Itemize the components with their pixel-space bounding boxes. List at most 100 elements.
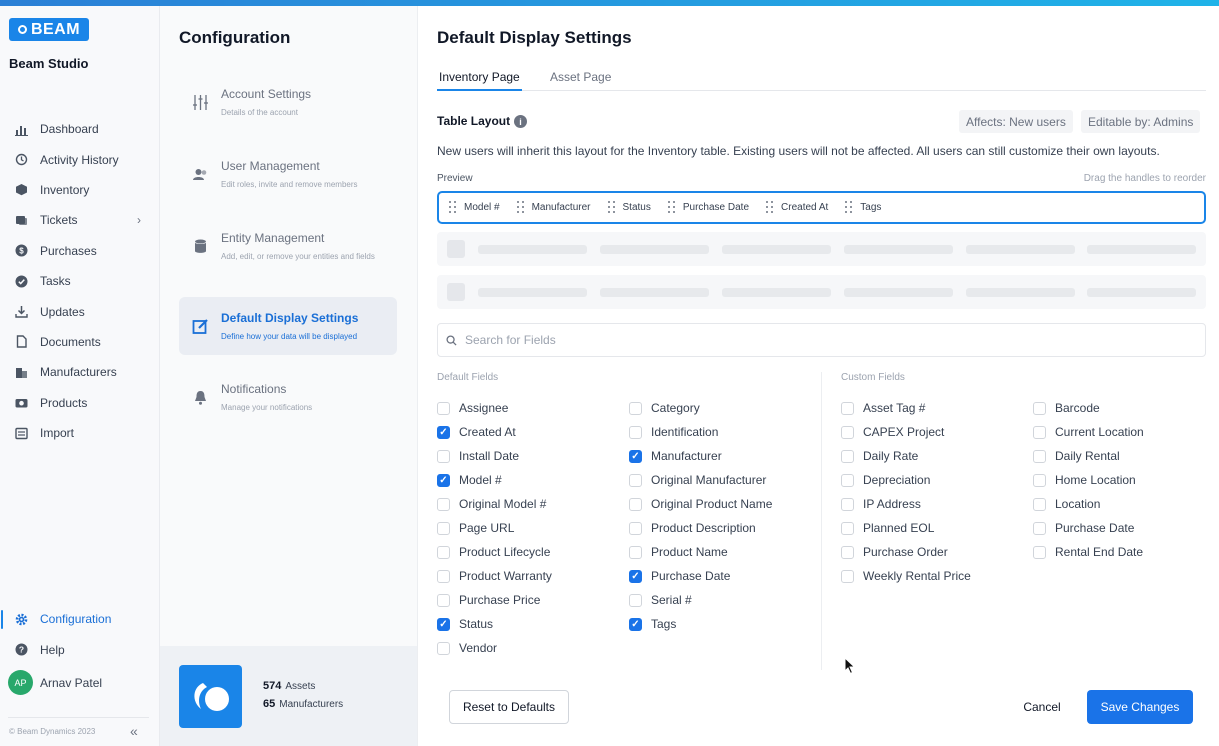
field-checkbox[interactable]: Identification bbox=[629, 424, 718, 440]
drag-handle-icon[interactable] bbox=[845, 201, 853, 214]
field-checkbox[interactable]: Original Product Name bbox=[629, 496, 772, 512]
checkbox-icon[interactable] bbox=[437, 449, 450, 463]
checkbox-checked-icon[interactable]: ✓ bbox=[437, 425, 450, 439]
search-fields-input[interactable] bbox=[465, 333, 1165, 347]
preview-column[interactable]: Tags bbox=[845, 201, 881, 214]
sidebar-item-updates[interactable]: Updates bbox=[0, 296, 159, 326]
sidebar-item-tasks[interactable]: Tasks bbox=[0, 266, 159, 296]
sidebar-item-purchases[interactable]: $ Purchases bbox=[0, 236, 159, 266]
drag-handle-icon[interactable] bbox=[766, 201, 774, 214]
checkbox-icon[interactable] bbox=[437, 521, 450, 535]
checkbox-checked-icon[interactable]: ✓ bbox=[437, 473, 450, 487]
sidebar-item-manufacturers[interactable]: Manufacturers bbox=[0, 357, 159, 387]
field-checkbox[interactable]: Product Warranty bbox=[437, 568, 552, 584]
checkbox-icon[interactable] bbox=[437, 401, 450, 415]
checkbox-icon[interactable] bbox=[1033, 521, 1046, 535]
checkbox-icon[interactable] bbox=[1033, 473, 1046, 487]
checkbox-icon[interactable] bbox=[841, 425, 854, 439]
collapse-sidebar-icon[interactable]: « bbox=[130, 723, 138, 739]
field-checkbox[interactable]: Current Location bbox=[1033, 424, 1144, 440]
checkbox-icon[interactable] bbox=[841, 401, 854, 415]
sidebar-item-documents[interactable]: Documents bbox=[0, 327, 159, 357]
field-checkbox[interactable]: Purchase Price bbox=[437, 592, 540, 608]
field-checkbox[interactable]: Home Location bbox=[1033, 472, 1136, 488]
checkbox-icon[interactable] bbox=[437, 497, 450, 511]
sidebar-item-products[interactable]: Products bbox=[0, 388, 159, 418]
checkbox-icon[interactable] bbox=[629, 593, 642, 607]
checkbox-icon[interactable] bbox=[1033, 401, 1046, 415]
field-checkbox[interactable]: Asset Tag # bbox=[841, 400, 925, 416]
config-item-user-management[interactable]: User Management Edit roles, invite and re… bbox=[179, 145, 397, 203]
checkbox-icon[interactable] bbox=[1033, 545, 1046, 559]
field-checkbox[interactable]: Purchase Order bbox=[841, 544, 948, 560]
checkbox-icon[interactable] bbox=[841, 497, 854, 511]
field-checkbox[interactable]: Page URL bbox=[437, 520, 514, 536]
field-checkbox[interactable]: Planned EOL bbox=[841, 520, 934, 536]
drag-handle-icon[interactable] bbox=[667, 201, 675, 214]
preview-column[interactable]: Manufacturer bbox=[516, 201, 591, 214]
checkbox-icon[interactable] bbox=[1033, 497, 1046, 511]
field-checkbox[interactable]: Daily Rental bbox=[1033, 448, 1120, 464]
field-checkbox[interactable]: CAPEX Project bbox=[841, 424, 944, 440]
field-checkbox[interactable]: Vendor bbox=[437, 640, 497, 656]
sidebar-item-tickets[interactable]: Tickets › bbox=[0, 205, 159, 235]
cancel-button[interactable]: Cancel bbox=[1011, 690, 1073, 724]
field-checkbox[interactable]: Category bbox=[629, 400, 700, 416]
checkbox-icon[interactable] bbox=[629, 473, 642, 487]
field-checkbox[interactable]: Serial # bbox=[629, 592, 692, 608]
checkbox-icon[interactable] bbox=[629, 497, 642, 511]
drag-handle-icon[interactable] bbox=[607, 201, 615, 214]
config-item-entity-management[interactable]: Entity Management Add, edit, or remove yo… bbox=[179, 217, 397, 275]
beam-logo[interactable]: BEAM bbox=[9, 18, 89, 41]
preview-column[interactable]: Purchase Date bbox=[667, 201, 749, 214]
field-checkbox[interactable]: Rental End Date bbox=[1033, 544, 1143, 560]
checkbox-checked-icon[interactable]: ✓ bbox=[629, 617, 642, 631]
reset-to-defaults-button[interactable]: Reset to Defaults bbox=[449, 690, 569, 724]
tab-asset-page[interactable]: Asset Page bbox=[548, 70, 613, 89]
preview-column[interactable]: Status bbox=[607, 201, 651, 214]
field-checkbox[interactable]: ✓ Created At bbox=[437, 424, 516, 440]
field-checkbox[interactable]: ✓ Model # bbox=[437, 472, 502, 488]
info-icon[interactable]: i bbox=[514, 115, 527, 128]
config-item-account-settings[interactable]: Account Settings Details of the account bbox=[179, 73, 397, 131]
field-checkbox[interactable]: Original Manufacturer bbox=[629, 472, 766, 488]
field-checkbox[interactable]: ✓ Manufacturer bbox=[629, 448, 722, 464]
field-checkbox[interactable]: ✓ Status bbox=[437, 616, 493, 632]
sidebar-item-import[interactable]: Import bbox=[0, 418, 159, 448]
checkbox-icon[interactable] bbox=[629, 401, 642, 415]
field-checkbox[interactable]: Location bbox=[1033, 496, 1100, 512]
drag-handle-icon[interactable] bbox=[449, 201, 456, 214]
tab-inventory-page[interactable]: Inventory Page bbox=[437, 70, 522, 91]
checkbox-icon[interactable] bbox=[437, 545, 450, 559]
preview-column[interactable]: Created At bbox=[766, 201, 828, 214]
checkbox-checked-icon[interactable]: ✓ bbox=[629, 449, 642, 463]
field-checkbox[interactable]: IP Address bbox=[841, 496, 921, 512]
checkbox-icon[interactable] bbox=[437, 593, 450, 607]
checkbox-icon[interactable] bbox=[629, 521, 642, 535]
drag-handle-icon[interactable] bbox=[516, 201, 524, 214]
field-checkbox[interactable]: Purchase Date bbox=[1033, 520, 1134, 536]
sidebar-item-inventory[interactable]: Inventory bbox=[0, 175, 159, 205]
field-checkbox[interactable]: Install Date bbox=[437, 448, 519, 464]
field-checkbox[interactable]: Weekly Rental Price bbox=[841, 568, 971, 584]
field-checkbox[interactable]: ✓ Tags bbox=[629, 616, 676, 632]
checkbox-icon[interactable] bbox=[629, 545, 642, 559]
field-checkbox[interactable]: Product Lifecycle bbox=[437, 544, 550, 560]
field-checkbox[interactable]: Original Model # bbox=[437, 496, 546, 512]
field-checkbox[interactable]: Depreciation bbox=[841, 472, 930, 488]
field-checkbox[interactable]: Product Name bbox=[629, 544, 728, 560]
field-checkbox[interactable]: Product Description bbox=[629, 520, 756, 536]
sidebar-item-dashboard[interactable]: Dashboard bbox=[0, 114, 159, 144]
checkbox-icon[interactable] bbox=[1033, 449, 1046, 463]
field-checkbox[interactable]: Barcode bbox=[1033, 400, 1100, 416]
checkbox-icon[interactable] bbox=[841, 521, 854, 535]
checkbox-checked-icon[interactable]: ✓ bbox=[437, 617, 450, 631]
save-changes-button[interactable]: Save Changes bbox=[1087, 690, 1193, 724]
checkbox-icon[interactable] bbox=[841, 473, 854, 487]
config-item-default-display-settings[interactable]: Default Display Settings Define how your … bbox=[179, 297, 397, 355]
checkbox-icon[interactable] bbox=[1033, 425, 1046, 439]
sidebar-item-activity-history[interactable]: Activity History bbox=[0, 144, 159, 174]
checkbox-icon[interactable] bbox=[841, 545, 854, 559]
sidebar-item-help[interactable]: ? Help bbox=[0, 634, 159, 664]
checkbox-icon[interactable] bbox=[629, 425, 642, 439]
